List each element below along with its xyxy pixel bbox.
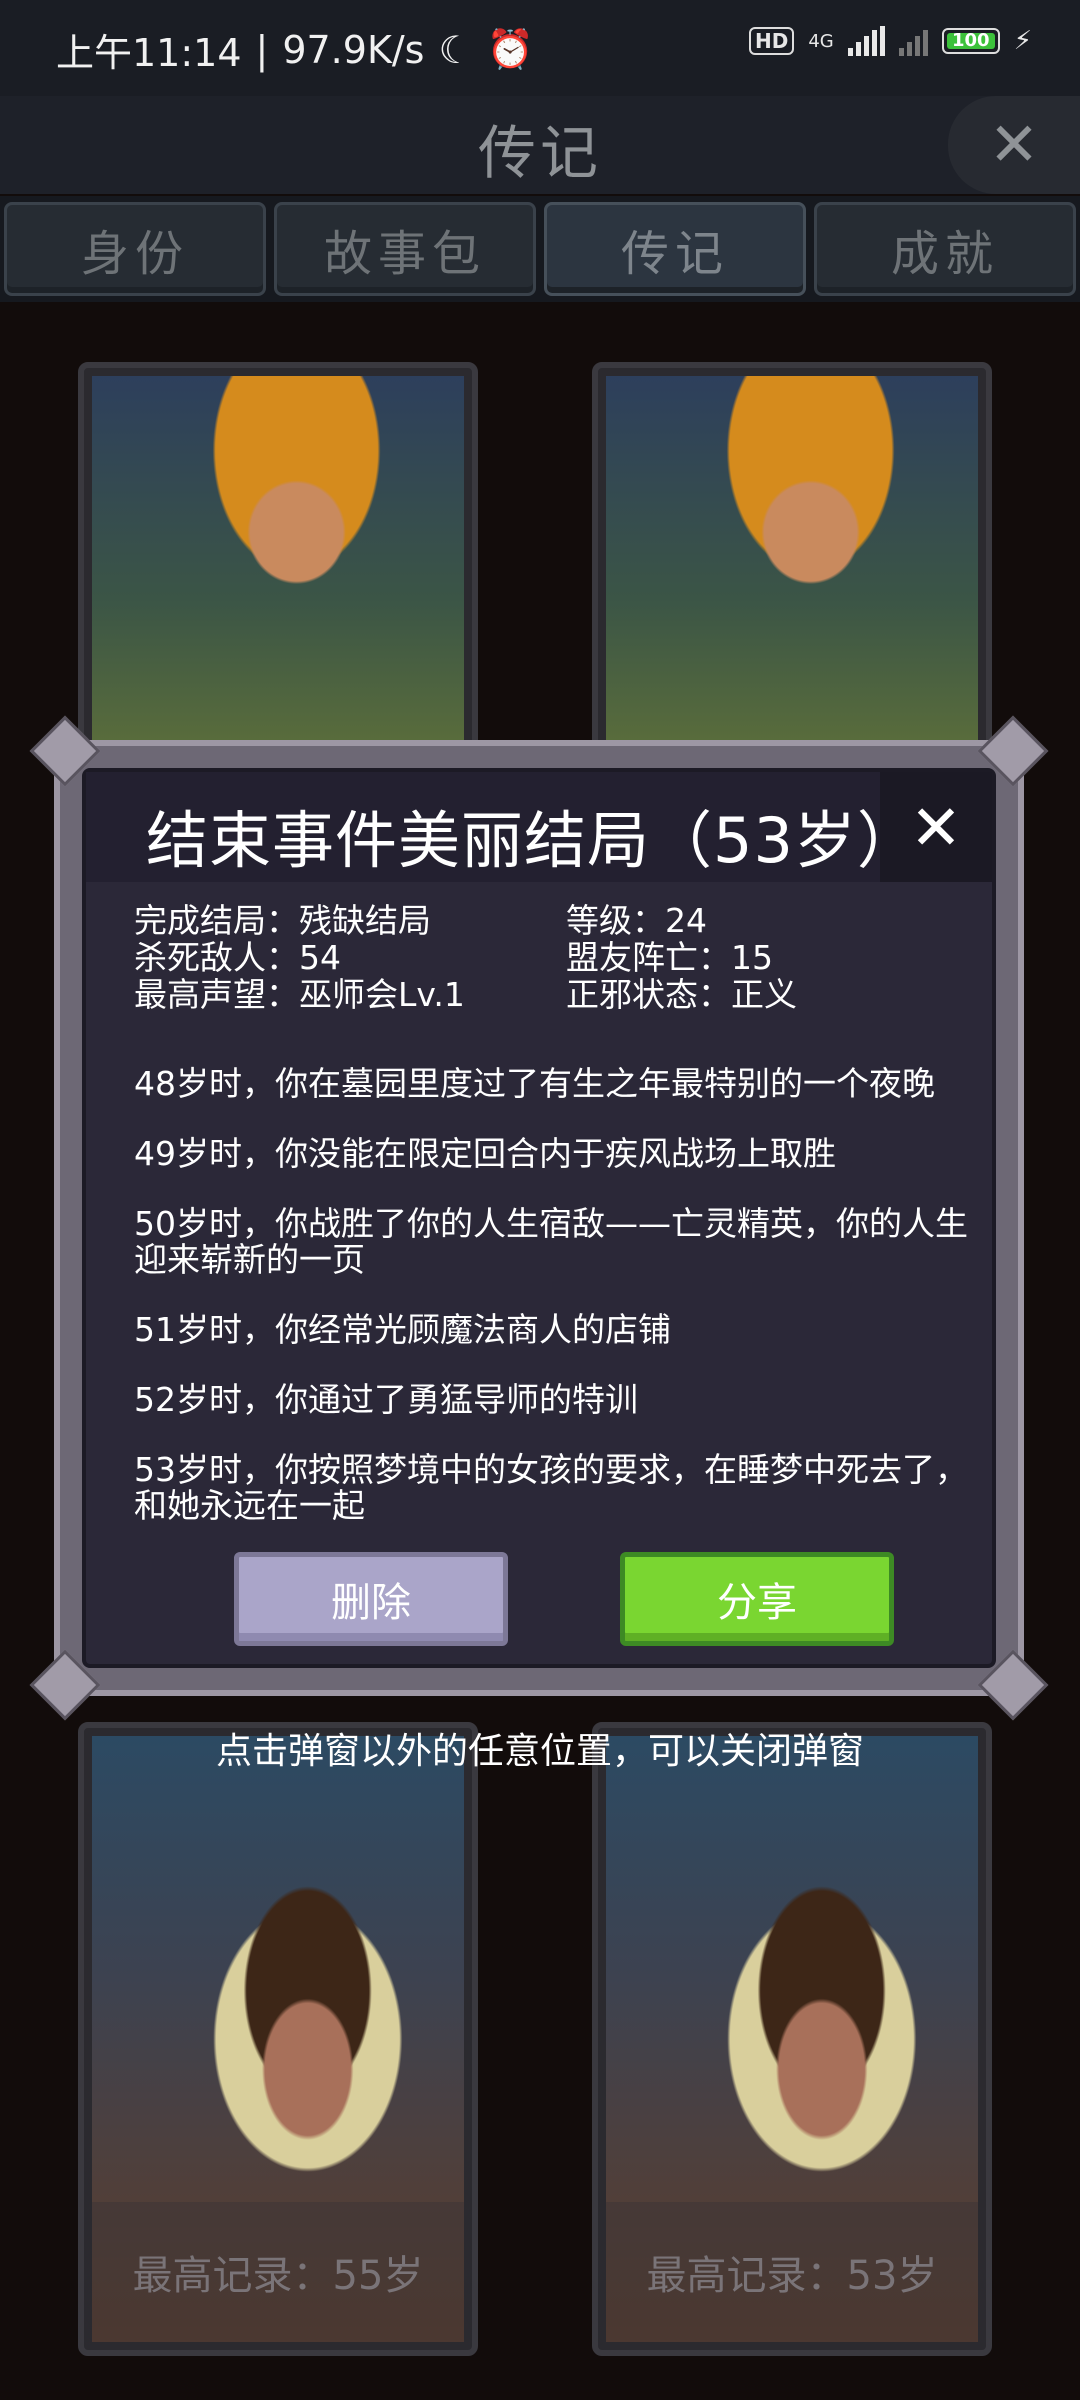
status-right: HD 4G 100 ⚡ — [748, 26, 1032, 56]
battery-level: 100 — [951, 30, 990, 51]
clock: 上午11:14 — [56, 31, 242, 75]
stat-row: 完成结局：残缺结局 等级：24 — [134, 902, 994, 939]
hd-icon: HD — [748, 27, 795, 55]
battery-icon: 100 — [941, 28, 1000, 54]
network-type: 4G — [808, 30, 834, 52]
signal-2-icon — [898, 26, 928, 56]
record-label: 最高记录：55岁 — [92, 2202, 464, 2342]
status-bar: 上午11:14 | 97.9K/s ☾ ⏰ HD 4G 100 ⚡ — [0, 0, 1080, 96]
event-item: 51岁时，你经常光顾魔法商人的店铺 — [134, 1310, 671, 1349]
status-left: 上午11:14 | 97.9K/s ☾ ⏰ — [56, 22, 534, 77]
charging-icon: ⚡ — [1013, 26, 1032, 56]
character-portrait — [606, 376, 978, 748]
modal-panel: 结束事件美丽结局（53岁） ✕ 完成结局：残缺结局 等级：24 杀死敌人：54 … — [82, 768, 996, 1668]
modal-title: 结束事件美丽结局（53岁） — [146, 804, 920, 877]
event-item: 49岁时，你没能在限定回合内于疾风战场上取胜 — [134, 1134, 836, 1173]
character-card[interactable]: 最高记录：55岁 — [78, 1722, 478, 2356]
tab-identity[interactable]: 身份 — [4, 202, 266, 296]
alarm-icon: ⏰ — [486, 27, 534, 71]
stat-reputation: 最高声望：巫师会Lv.1 — [134, 975, 465, 1014]
title-bar: 传记 ✕ — [0, 96, 1080, 194]
event-list: 48岁时，你在墓园里度过了有生之年最特别的一个夜晚 49岁时，你没能在限定回合内… — [134, 1066, 994, 1558]
stats-block: 完成结局：残缺结局 等级：24 杀死敌人：54 盟友阵亡：15 最高声望：巫师会… — [134, 902, 994, 1013]
ending-modal: 结束事件美丽结局（53岁） ✕ 完成结局：残缺结局 等级：24 杀死敌人：54 … — [29, 715, 1049, 1721]
tab-story-pack[interactable]: 故事包 — [274, 202, 536, 296]
separator: | — [255, 27, 269, 72]
delete-button[interactable]: 删除 — [234, 1552, 508, 1646]
tab-biography[interactable]: 传记 — [544, 202, 806, 296]
character-portrait — [92, 376, 464, 748]
character-card[interactable]: 最高记录：53岁 — [592, 1722, 992, 2356]
stat-row: 最高声望：巫师会Lv.1 正邪状态：正义 — [134, 976, 994, 1013]
close-icon[interactable]: ✕ — [948, 96, 1080, 194]
character-card[interactable] — [592, 362, 992, 762]
event-item: 50岁时，你战胜了你的人生宿敌——亡灵精英，你的人生迎来崭新的一页 — [134, 1204, 968, 1279]
tab-achievements[interactable]: 成就 — [814, 202, 1076, 296]
event-item: 48岁时，你在墓园里度过了有生之年最特别的一个夜晚 — [134, 1064, 935, 1103]
character-card[interactable] — [78, 362, 478, 762]
tab-bar: 身份 故事包 传记 成就 — [0, 196, 1080, 302]
close-icon[interactable]: ✕ — [880, 772, 992, 882]
stat-ally-deaths: 盟友阵亡：15 — [566, 938, 773, 977]
modal-header: 结束事件美丽结局（53岁） ✕ — [86, 772, 992, 882]
share-button[interactable]: 分享 — [620, 1552, 894, 1646]
stat-row: 杀死敌人：54 盟友阵亡：15 — [134, 939, 994, 976]
moon-icon: ☾ — [438, 27, 473, 72]
network-speed: 97.9K/s — [282, 27, 425, 72]
stat-ending: 完成结局：残缺结局 — [134, 901, 431, 940]
event-item: 52岁时，你通过了勇猛导师的特训 — [134, 1380, 638, 1419]
signal-icon — [847, 26, 885, 56]
stat-level: 等级：24 — [566, 901, 707, 940]
event-item: 53岁时，你按照梦境中的女孩的要求，在睡梦中死去了，和她永远在一起 — [134, 1450, 968, 1525]
stat-kills: 杀死敌人：54 — [134, 938, 341, 977]
close-hint: 点击弹窗以外的任意位置，可以关闭弹窗 — [215, 1731, 864, 1772]
stat-alignment: 正邪状态：正义 — [566, 975, 797, 1014]
page-title: 传记 — [477, 119, 602, 187]
record-label: 最高记录：53岁 — [606, 2202, 978, 2342]
